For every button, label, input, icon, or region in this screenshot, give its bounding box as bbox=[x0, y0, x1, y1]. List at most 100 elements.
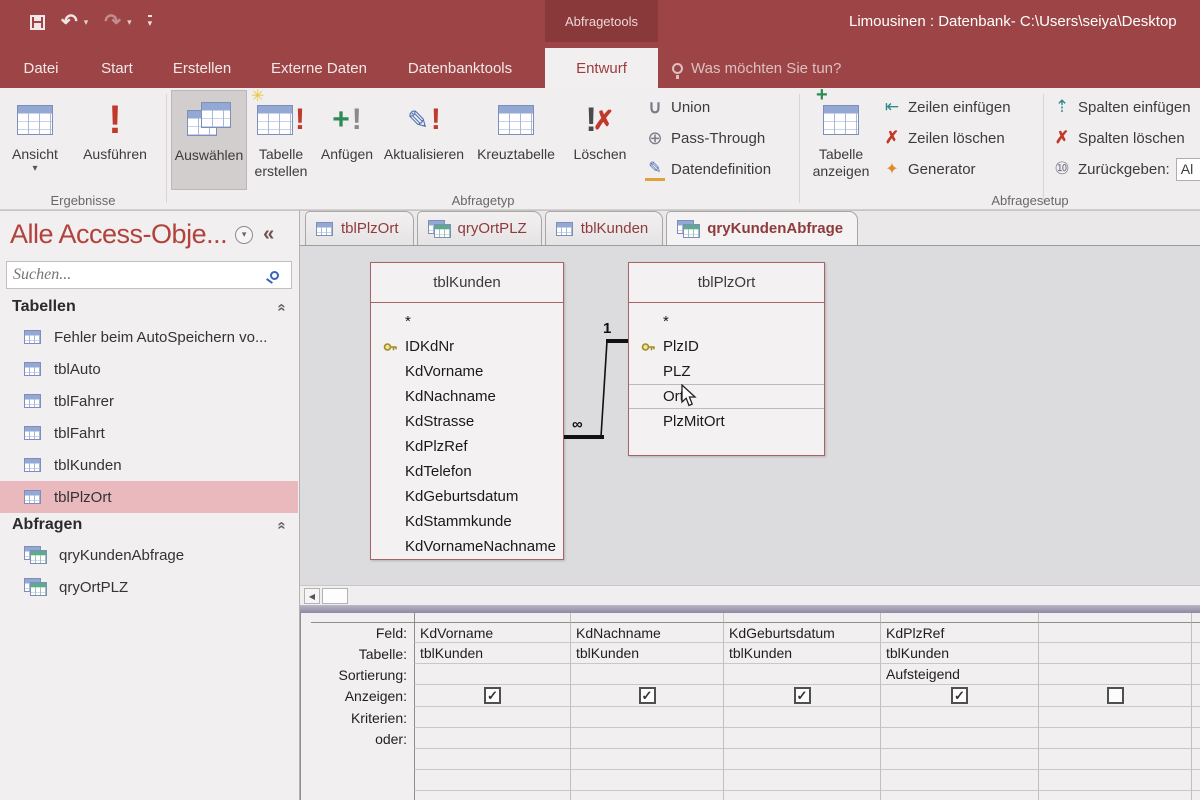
spalten-loeschen-button[interactable]: ✗ Spalten löschen bbox=[1052, 125, 1185, 151]
tab-externe-daten[interactable]: Externe Daten bbox=[255, 48, 383, 88]
grid-cell-tabelle[interactable]: tblKunden bbox=[414, 643, 571, 664]
collapse-section-icon[interactable]: « bbox=[273, 303, 290, 311]
ausfuehren-button[interactable]: ! Ausführen bbox=[70, 90, 160, 190]
grid-cell-oder[interactable] bbox=[414, 728, 571, 749]
nav-pane-header[interactable]: Alle Access-Obje... ▾ « bbox=[10, 219, 290, 250]
grid-cell-empty[interactable] bbox=[1192, 770, 1200, 791]
zurueckgeben-input[interactable]: Al bbox=[1175, 157, 1200, 181]
sidebar-item-fehler[interactable]: Fehler beim AutoSpeichern vo... bbox=[0, 321, 298, 353]
design-grid-splitter[interactable] bbox=[300, 605, 1200, 613]
grid-cell-oder[interactable] bbox=[1039, 728, 1192, 749]
field-row-highlighted[interactable]: Ort bbox=[629, 384, 824, 409]
field-row[interactable]: PlzMitOrt bbox=[629, 409, 824, 434]
sidebar-item-qryortplz[interactable]: qryOrtPLZ bbox=[0, 571, 298, 603]
grid-cell-empty[interactable] bbox=[414, 749, 571, 770]
sidebar-item-tblauto[interactable]: tblAuto bbox=[0, 353, 298, 385]
grid-cell-empty[interactable] bbox=[1192, 791, 1200, 800]
grid-cell-kriterien[interactable] bbox=[724, 707, 881, 728]
kreuztabelle-button[interactable]: Kreuztabelle bbox=[469, 90, 563, 190]
grid-cell-tabelle[interactable]: tblKunden bbox=[881, 643, 1039, 664]
sidebar-item-tblplzort[interactable]: tblPlzOrt bbox=[0, 481, 298, 513]
generator-button[interactable]: ✦ Generator bbox=[882, 156, 975, 182]
grid-cell-empty[interactable] bbox=[881, 749, 1039, 770]
grid-cell-empty[interactable] bbox=[724, 770, 881, 791]
grid-cell-empty[interactable] bbox=[571, 791, 724, 800]
spalten-einfuegen-button[interactable]: ⇡ Spalten einfügen bbox=[1052, 94, 1191, 120]
union-button[interactable]: ∪ Union bbox=[645, 94, 710, 120]
aktualisieren-button[interactable]: ✎ ! Aktualisieren bbox=[381, 90, 467, 190]
grid-cell-oder[interactable] bbox=[724, 728, 881, 749]
grid-cell-empty[interactable] bbox=[881, 791, 1039, 800]
grid-cell-kriterien[interactable] bbox=[571, 707, 724, 728]
field-row[interactable]: KdStrasse bbox=[371, 409, 563, 434]
grid-cell-tabelle[interactable] bbox=[1192, 643, 1200, 664]
loeschen-button[interactable]: ! ✗ Löschen bbox=[565, 90, 635, 190]
grid-cell-feld[interactable]: KdNachname bbox=[571, 622, 724, 643]
doc-tab-qryortplz[interactable]: qryOrtPLZ bbox=[416, 211, 542, 245]
field-row[interactable]: * bbox=[629, 309, 824, 334]
grid-cell-empty[interactable] bbox=[414, 791, 571, 800]
doc-tab-tblplzort[interactable]: tblPlzOrt bbox=[305, 211, 414, 245]
tab-datenbanktools[interactable]: Datenbanktools bbox=[395, 48, 525, 88]
undo-icon[interactable]: ↶ bbox=[61, 12, 78, 32]
field-row-primary-key[interactable]: IDKdNr bbox=[371, 334, 563, 359]
field-row[interactable]: KdTelefon bbox=[371, 459, 563, 484]
doc-tab-tblkunden[interactable]: tblKunden bbox=[544, 211, 664, 245]
design-horizontal-scrollbar[interactable]: ◀ bbox=[300, 585, 1200, 605]
tell-me-box[interactable]: Was möchten Sie tun? bbox=[672, 48, 841, 88]
grid-cell-empty[interactable] bbox=[1039, 791, 1192, 800]
grid-cell-oder[interactable] bbox=[881, 728, 1039, 749]
field-list-tblplzort[interactable]: tblPlzOrt * PlzID PLZ Ort PlzMitOrt bbox=[628, 262, 825, 456]
nav-search-box[interactable] bbox=[6, 261, 292, 289]
grid-cell-sortierung[interactable] bbox=[571, 664, 724, 685]
field-row[interactable]: KdVorname bbox=[371, 359, 563, 384]
grid-cell-empty[interactable] bbox=[1192, 749, 1200, 770]
tabelle-anzeigen-button[interactable]: + Tabelle anzeigen bbox=[805, 84, 877, 190]
grid-cell-kriterien[interactable] bbox=[1192, 707, 1200, 728]
datendefinition-button[interactable]: ✎ Datendefinition bbox=[645, 156, 771, 182]
grid-cell-sortierung[interactable] bbox=[1192, 664, 1200, 685]
grid-cell-empty[interactable] bbox=[724, 791, 881, 800]
auswaehlen-button[interactable]: Auswählen bbox=[171, 90, 247, 190]
field-row[interactable]: KdVornameNachname bbox=[371, 534, 563, 559]
query-design-grid[interactable]: Feld: KdVorname KdNachname KdGeburtsdatu… bbox=[300, 613, 1200, 800]
undo-dropdown-icon[interactable]: ▾ bbox=[84, 17, 89, 28]
query-design-surface[interactable]: tblKunden * IDKdNr KdVorname KdNachname … bbox=[300, 246, 1200, 585]
anzeigen-checkbox[interactable]: ✓ bbox=[638, 687, 656, 704]
field-row[interactable]: KdPlzRef bbox=[371, 434, 563, 459]
scroll-left-icon[interactable]: ◀ bbox=[304, 588, 320, 604]
field-row-primary-key[interactable]: PlzID bbox=[629, 334, 824, 359]
grid-cell-empty[interactable] bbox=[1039, 749, 1192, 770]
grid-cell-oder[interactable] bbox=[571, 728, 724, 749]
anzeigen-checkbox[interactable] bbox=[1106, 687, 1124, 704]
field-list-tblkunden[interactable]: tblKunden * IDKdNr KdVorname KdNachname … bbox=[370, 262, 564, 560]
pass-through-button[interactable]: ⊕ Pass-Through bbox=[645, 125, 765, 151]
nav-pane-menu-icon[interactable]: ▾ bbox=[235, 225, 254, 244]
grid-cell-empty[interactable] bbox=[571, 749, 724, 770]
grid-cell-sortierung[interactable] bbox=[1039, 664, 1192, 685]
tab-entwurf[interactable]: Entwurf bbox=[545, 48, 658, 88]
field-row[interactable]: KdNachname bbox=[371, 384, 563, 409]
field-row[interactable]: KdStammkunde bbox=[371, 509, 563, 534]
ansicht-dropdown-icon[interactable]: ▾ bbox=[32, 163, 37, 174]
grid-cell-feld[interactable]: KdGeburtsdatum bbox=[724, 622, 881, 643]
doc-tab-qrykundenabfrage[interactable]: qryKundenAbfrage bbox=[666, 211, 859, 245]
sidebar-item-tblfahrer[interactable]: tblFahrer bbox=[0, 385, 298, 417]
anzeigen-checkbox[interactable]: ✓ bbox=[793, 687, 811, 704]
field-row[interactable]: KdGeburtsdatum bbox=[371, 484, 563, 509]
grid-cell-feld[interactable] bbox=[1192, 622, 1200, 643]
save-icon[interactable] bbox=[30, 14, 45, 30]
collapse-section-icon[interactable]: « bbox=[273, 521, 290, 529]
tab-start[interactable]: Start bbox=[88, 48, 146, 88]
grid-cell-feld[interactable]: KdVorname bbox=[414, 622, 571, 643]
search-icon[interactable] bbox=[270, 270, 279, 280]
shutter-bar-close-icon[interactable]: « bbox=[263, 223, 274, 246]
grid-cell-sortierung[interactable]: Aufsteigend bbox=[881, 664, 1039, 685]
grid-cell-oder[interactable] bbox=[1192, 728, 1200, 749]
grid-cell-kriterien[interactable] bbox=[414, 707, 571, 728]
grid-cell-empty[interactable] bbox=[1039, 770, 1192, 791]
zeilen-loeschen-button[interactable]: ✗ Zeilen löschen bbox=[882, 125, 1005, 151]
grid-cell-sortierung[interactable] bbox=[724, 664, 881, 685]
section-abfragen[interactable]: Abfragen « bbox=[0, 511, 298, 539]
tabelle-erstellen-button[interactable]: ✳ ! Tabelle erstellen bbox=[249, 88, 313, 190]
